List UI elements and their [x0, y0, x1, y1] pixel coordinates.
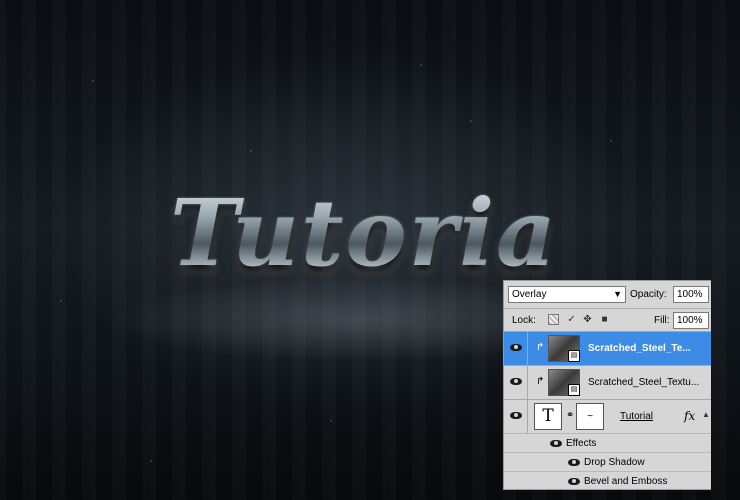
- eye-icon: [510, 412, 522, 419]
- lock-all-padlock-icon[interactable]: ■: [599, 314, 610, 325]
- blend-mode-select[interactable]: Overlay ▼: [508, 286, 626, 303]
- divider: [504, 308, 711, 309]
- effect-visibility-toggle[interactable]: [504, 472, 580, 489]
- clipping-arrow-icon: ↱: [536, 376, 545, 387]
- layer-row-selected[interactable]: ↱ ▤ Scratched_Steel_Te...: [504, 331, 711, 365]
- opacity-field[interactable]: 100%: [673, 286, 709, 303]
- layer-thumbnail: ▤: [548, 369, 580, 396]
- effects-visibility-toggle[interactable]: [504, 434, 562, 452]
- dust-speck: [420, 64, 422, 66]
- smart-object-icon: ▤: [568, 384, 580, 396]
- lock-position-move-icon[interactable]: ✥: [582, 314, 593, 325]
- chain-link-icon[interactable]: ⚭: [566, 410, 574, 421]
- effect-row-drop-shadow[interactable]: Drop Shadow: [504, 452, 711, 471]
- text-layer-row[interactable]: T ⚭ ~ Tutorial fx ▲: [504, 399, 711, 433]
- scroll-up-arrow-icon[interactable]: ▲: [702, 410, 710, 419]
- eye-icon: [550, 440, 562, 447]
- effect-row-bevel-emboss[interactable]: Bevel and Emboss: [504, 471, 711, 489]
- layer-name[interactable]: Tutorial: [620, 411, 653, 422]
- layer-row[interactable]: ↱ ▤ Scratched_Steel_Textu...: [504, 365, 711, 399]
- eye-icon: [568, 459, 580, 466]
- clipping-arrow-icon: ↱: [536, 342, 545, 353]
- fill-field[interactable]: 100%: [673, 312, 709, 329]
- effect-label: Bevel and Emboss: [584, 476, 668, 487]
- effects-label: Effects: [566, 438, 597, 449]
- visibility-toggle[interactable]: [504, 366, 528, 399]
- dust-speck: [60, 300, 62, 302]
- eye-icon: [510, 344, 522, 351]
- layer-thumbnail: ▤: [548, 335, 580, 362]
- steel-text-headline: Tutorial: [170, 179, 595, 287]
- effect-visibility-toggle[interactable]: [504, 453, 580, 471]
- dust-speck: [610, 140, 612, 142]
- visibility-toggle[interactable]: [504, 400, 528, 433]
- lock-row: Lock: ✓ ✥ ■ Fill: 100%: [508, 311, 711, 331]
- blend-mode-value: Overlay: [512, 289, 547, 300]
- chevron-down-icon: ▼: [613, 289, 622, 299]
- opacity-label: Opacity:: [630, 289, 667, 300]
- text-layer-thumbnail: T: [534, 403, 562, 430]
- mask-thumbnail: ~: [576, 403, 604, 430]
- visibility-toggle[interactable]: [504, 332, 528, 365]
- blend-row: Overlay ▼ Opacity: 100%: [508, 285, 711, 305]
- dust-speck: [250, 150, 252, 152]
- lock-pixels-brush-icon[interactable]: ✓: [566, 314, 577, 325]
- effects-row[interactable]: Effects: [504, 433, 711, 452]
- fx-icon[interactable]: fx: [684, 409, 695, 423]
- dust-speck: [330, 420, 332, 422]
- fill-label: Fill:: [654, 315, 670, 326]
- effect-label: Drop Shadow: [584, 457, 645, 468]
- dust-speck: [150, 460, 152, 462]
- lock-label: Lock:: [512, 315, 536, 326]
- layer-name[interactable]: Scratched_Steel_Textu...: [588, 377, 699, 388]
- layer-name[interactable]: Scratched_Steel_Te...: [588, 343, 691, 354]
- lock-transparent-icon[interactable]: [548, 314, 559, 325]
- eye-icon: [568, 478, 580, 485]
- layers-panel: Overlay ▼ Opacity: 100% Lock: ✓ ✥ ■ Fill…: [503, 280, 711, 490]
- dust-speck: [470, 120, 472, 122]
- eye-icon: [510, 378, 522, 385]
- smart-object-icon: ▤: [568, 350, 580, 362]
- dust-speck: [92, 80, 94, 82]
